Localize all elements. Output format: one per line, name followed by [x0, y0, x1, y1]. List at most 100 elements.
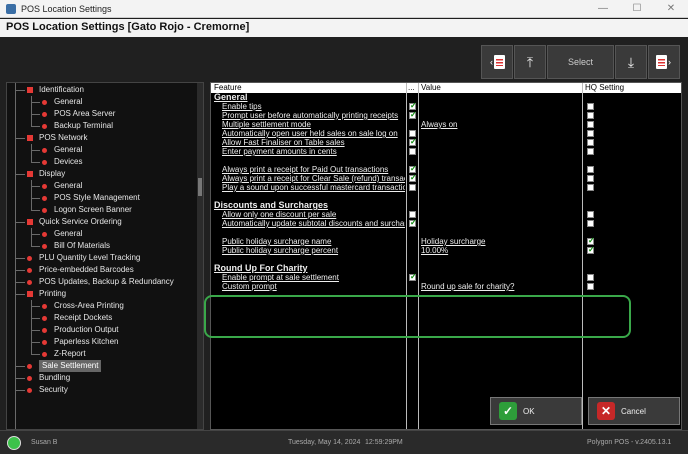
- tree-connector: [31, 234, 40, 235]
- hq-setting-checkbox[interactable]: [587, 283, 594, 290]
- setting-checkbox[interactable]: [409, 173, 417, 182]
- tree-item-label: Logon Screen Banner: [54, 205, 132, 214]
- scrollbar-thumb[interactable]: [198, 178, 202, 196]
- tree-item-label: Receipt Dockets: [54, 313, 113, 322]
- setting-row[interactable]: Always print a receipt for Clear Sale (r…: [211, 173, 681, 183]
- status-time: 12:59:29PM: [365, 439, 403, 446]
- setting-value[interactable]: Holiday surcharge: [421, 237, 581, 246]
- column-header-hq-setting: HQ Setting: [585, 83, 625, 92]
- tree-item-label: Z-Report: [54, 349, 86, 358]
- setting-row[interactable]: Automatically update subtotal discounts …: [211, 218, 681, 228]
- item-marker-icon: [42, 304, 47, 309]
- hq-setting-checkbox[interactable]: [587, 236, 595, 245]
- setting-checkbox[interactable]: [409, 148, 416, 155]
- setting-row[interactable]: [211, 156, 681, 165]
- category-marker-icon: [27, 87, 33, 93]
- setting-checkbox[interactable]: [409, 272, 417, 281]
- item-marker-icon: [42, 100, 47, 105]
- setting-value[interactable]: Round up sale for charity?: [421, 282, 581, 291]
- setting-row[interactable]: Public holiday surcharge percent 10.00%: [211, 245, 681, 255]
- setting-row[interactable]: Enable tips: [211, 101, 681, 111]
- hq-setting-checkbox[interactable]: [587, 103, 594, 110]
- setting-checkbox[interactable]: [409, 101, 417, 110]
- select-button[interactable]: Select: [547, 45, 614, 79]
- close-icon[interactable]: ✕: [654, 0, 688, 18]
- move-up-button[interactable]: ⤒: [514, 45, 546, 79]
- item-marker-icon: [27, 268, 32, 273]
- setting-row[interactable]: Allow only one discount per sale: [211, 210, 681, 219]
- setting-value[interactable]: 10.00%: [421, 246, 581, 255]
- item-marker-icon: [42, 196, 47, 201]
- section-header: Discounts and Surcharges: [211, 201, 681, 210]
- item-marker-icon: [27, 364, 32, 369]
- settings-tree[interactable]: Identification General POS Area Server Back…: [6, 82, 204, 430]
- minimize-icon[interactable]: —: [586, 0, 620, 18]
- setting-row[interactable]: Always print a receipt for Paid Out tran…: [211, 164, 681, 174]
- setting-feature: Multiple settlement mode: [222, 120, 311, 129]
- hq-setting-checkbox[interactable]: [587, 121, 594, 128]
- hq-setting-checkbox[interactable]: [587, 175, 594, 182]
- setting-row[interactable]: [211, 255, 681, 264]
- setting-checkbox[interactable]: [409, 184, 416, 191]
- setting-row[interactable]: Automatically open user held sales on sa…: [211, 129, 681, 138]
- setting-row[interactable]: Play a sound upon successful mastercard …: [211, 183, 681, 192]
- window-titlebar: POS Location Settings — ☐ ✕: [0, 0, 688, 18]
- setting-checkbox[interactable]: [409, 211, 416, 218]
- setting-row[interactable]: Multiple settlement mode Always on: [211, 120, 681, 129]
- item-marker-icon: [27, 280, 32, 285]
- hq-setting-checkbox[interactable]: [587, 130, 594, 137]
- tree-item-label: General: [54, 229, 83, 238]
- hq-setting-checkbox[interactable]: [587, 220, 594, 227]
- tree-connector: [31, 180, 32, 210]
- setting-row[interactable]: Prompt user before automatically printin…: [211, 110, 681, 120]
- setting-checkbox[interactable]: [409, 137, 417, 146]
- tree-scrollbar[interactable]: [197, 83, 203, 429]
- setting-row[interactable]: Public holiday surcharge name Holiday sur…: [211, 236, 681, 246]
- tree-item-label: POS Network: [39, 133, 88, 142]
- setting-checkbox[interactable]: [409, 164, 417, 173]
- charity-section-highlight: [204, 295, 631, 338]
- window-title: POS Location Settings: [21, 3, 112, 14]
- hq-setting-checkbox[interactable]: [587, 245, 595, 254]
- maximize-icon[interactable]: ☐: [620, 0, 654, 18]
- checkmark-icon: ✓: [499, 402, 517, 420]
- tree-connector: [15, 270, 25, 271]
- setting-row[interactable]: Enter payment amounts in cents: [211, 147, 681, 156]
- tree-connector: [15, 258, 25, 259]
- setting-checkbox[interactable]: [409, 130, 416, 137]
- cancel-button[interactable]: ✕ Cancel: [588, 397, 680, 425]
- setting-feature: Enable prompt at sale settlement: [222, 273, 339, 282]
- setting-checkbox[interactable]: [409, 110, 417, 119]
- setting-checkbox[interactable]: [409, 218, 417, 227]
- hq-setting-checkbox[interactable]: [587, 139, 594, 146]
- item-marker-icon: [42, 208, 47, 213]
- setting-row[interactable]: Enable prompt at sale settlement: [211, 272, 681, 282]
- tree-item-label: Display: [39, 169, 66, 178]
- setting-feature: Custom prompt: [222, 282, 277, 291]
- hq-setting-checkbox[interactable]: [587, 211, 594, 218]
- setting-row[interactable]: Allow Fast Finaliser on Table sales: [211, 137, 681, 147]
- setting-row[interactable]: Custom prompt Round up sale for charity?: [211, 282, 681, 291]
- hq-setting-checkbox[interactable]: [587, 112, 594, 119]
- setting-value[interactable]: Always on: [421, 120, 581, 129]
- hq-setting-checkbox[interactable]: [587, 274, 594, 281]
- setting-feature: Prompt user before automatically printin…: [222, 111, 399, 120]
- move-down-button[interactable]: ⤓: [615, 45, 647, 79]
- hq-setting-checkbox[interactable]: [587, 166, 594, 173]
- chevron-left-icon: ‹: [490, 57, 493, 67]
- previous-page-button[interactable]: ‹: [481, 45, 513, 79]
- status-user: Susan B: [31, 439, 58, 446]
- hq-setting-checkbox[interactable]: [587, 148, 594, 155]
- online-status-icon: [7, 436, 21, 450]
- ok-button[interactable]: ✓ OK: [490, 397, 582, 425]
- setting-row[interactable]: [211, 228, 681, 237]
- hq-setting-checkbox[interactable]: [587, 184, 594, 191]
- item-marker-icon: [42, 184, 47, 189]
- tree-connector: [15, 174, 25, 175]
- next-page-button[interactable]: ›: [648, 45, 680, 79]
- setting-row[interactable]: [211, 192, 681, 201]
- category-marker-icon: [27, 135, 33, 141]
- tree-connector: [15, 366, 25, 367]
- tree-item-label: Quick Service Ordering: [39, 217, 122, 226]
- tree-connector: [31, 210, 40, 211]
